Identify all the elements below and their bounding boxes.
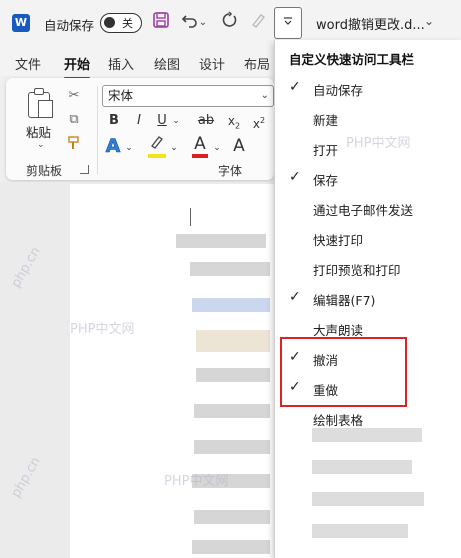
text-effect-chevron-icon[interactable]: ⌄ <box>124 138 134 158</box>
autosave-label: 自动保存 <box>44 18 95 33</box>
underline-chevron-icon[interactable]: ⌄ <box>170 111 182 131</box>
menu-item-email[interactable]: 通过电子邮件发送 <box>275 193 461 223</box>
check-icon: ✓ <box>289 169 301 185</box>
ribbon-panel: 粘贴 ⌄ ✂ ⧉ 剪贴板 宋体 ⌄ B I U ⌄ ab x2 x2 A ⌄ ⌄… <box>6 78 274 180</box>
menu-item-new[interactable]: 新建 <box>275 103 461 133</box>
chevron-down-icon: ⌄ <box>260 90 269 101</box>
superscript-button[interactable]: x2 <box>252 111 266 131</box>
menu-item-editor[interactable]: ✓ 编辑器(F7) <box>275 283 461 313</box>
menu-item-label: 通过电子邮件发送 <box>313 203 414 218</box>
group-divider <box>97 86 98 174</box>
blurred-menu-item <box>312 460 412 474</box>
menu-item-label: 保存 <box>313 173 339 188</box>
blurred-text <box>192 540 270 554</box>
menu-item-label: 快速打印 <box>313 233 364 248</box>
menu-item-save[interactable]: ✓ 保存 <box>275 163 461 193</box>
paste-chevron-icon[interactable]: ⌄ <box>37 140 45 150</box>
format-painter-icon[interactable] <box>247 11 269 35</box>
clipboard-group-label: 剪贴板 <box>26 164 63 178</box>
underline-button[interactable]: U <box>155 111 169 131</box>
font-color-button[interactable]: A <box>190 134 210 160</box>
menu-item-quick-print[interactable]: 快速打印 <box>275 223 461 253</box>
watermark: PHP中文网 <box>346 136 411 151</box>
menu-item-label: 新建 <box>313 113 339 128</box>
toggle-knob <box>104 17 115 28</box>
menu-item-label: 自动保存 <box>313 83 364 98</box>
menu-item-label: 绘制表格 <box>313 413 364 428</box>
italic-button[interactable]: I <box>132 111 146 131</box>
redo-icon[interactable] <box>218 11 240 35</box>
tab-home[interactable]: 开始 <box>64 54 91 79</box>
menu-title: 自定义快速访问工具栏 <box>289 52 415 67</box>
blurred-menu-item <box>312 524 408 538</box>
blurred-text <box>176 234 266 248</box>
highlight-box <box>280 337 407 407</box>
text-cursor <box>190 208 191 226</box>
watermark: PHP中文网 <box>70 322 135 337</box>
subscript-button[interactable]: x2 <box>227 111 241 131</box>
menu-item-print-preview[interactable]: 打印预览和打印 <box>275 253 461 283</box>
text-effect-button[interactable]: A <box>102 136 124 157</box>
menu-item-autosave[interactable]: ✓ 自动保存 <box>275 73 461 103</box>
highlight-button[interactable] <box>146 134 168 160</box>
subscript-label: x <box>227 114 235 128</box>
highlight-chevron-icon[interactable]: ⌄ <box>169 138 179 158</box>
format-painter-brush-icon[interactable] <box>66 136 82 152</box>
blurred-menu-item <box>312 492 424 506</box>
menu-item-label: 打开 <box>313 143 339 158</box>
save-icon[interactable] <box>150 11 172 35</box>
customize-toolbar-button[interactable] <box>274 7 302 39</box>
blurred-text <box>194 440 270 454</box>
autosave-toggle[interactable]: 关 <box>100 13 142 33</box>
tab-draw[interactable]: 绘图 <box>154 54 180 73</box>
highlighter-icon <box>151 136 163 149</box>
blurred-text <box>190 262 270 276</box>
menu-item-label: 编辑器(F7) <box>313 293 376 308</box>
check-icon: ✓ <box>289 289 301 305</box>
menu-item-label: 打印预览和打印 <box>313 263 401 278</box>
font-color-bar <box>192 154 208 158</box>
autosave-state: 关 <box>122 17 133 30</box>
font-color-chevron-icon[interactable]: ⌄ <box>212 138 222 158</box>
font-name-select[interactable]: 宋体 ⌄ <box>102 85 274 107</box>
tab-insert[interactable]: 插入 <box>108 54 134 73</box>
font-group-label: 字体 <box>218 164 243 178</box>
watermark: PHP中文网 <box>164 474 229 489</box>
blurred-menu-item <box>312 428 422 442</box>
blurred-text <box>192 298 270 312</box>
check-icon: ✓ <box>289 79 301 95</box>
customize-toolbar-icon <box>284 17 292 25</box>
clipboard-launcher-icon[interactable] <box>80 165 89 174</box>
word-logo-icon: W <box>12 14 30 32</box>
font-color-label: A <box>194 134 206 154</box>
blurred-text <box>194 404 270 418</box>
tab-layout[interactable]: 布局 <box>244 54 270 73</box>
blurred-text <box>196 368 270 382</box>
tab-design[interactable]: 设计 <box>199 54 225 73</box>
document-title[interactable]: word撤销更改.d... <box>316 14 425 33</box>
chevron-down-icon[interactable]: ⌄ <box>424 14 434 28</box>
font-size-button[interactable]: A <box>230 136 248 156</box>
customize-toolbar-menu: 自定义快速访问工具栏 ✓ 自动保存 新建 打开 ✓ 保存 通过电子邮件发送 快速… <box>274 40 461 558</box>
blurred-text <box>194 510 270 524</box>
paste-icon[interactable] <box>28 88 56 118</box>
strikethrough-button[interactable]: ab <box>196 111 216 131</box>
superscript-label: x <box>252 117 260 131</box>
tab-file[interactable]: 文件 <box>15 54 41 73</box>
blurred-image <box>196 330 270 352</box>
paste-button[interactable]: 粘贴 <box>26 122 51 141</box>
font-name-value: 宋体 <box>108 88 134 103</box>
undo-dropdown-chevron-icon[interactable]: ⌄ <box>197 11 209 35</box>
bold-button[interactable]: B <box>106 111 122 131</box>
cut-icon[interactable]: ✂ <box>66 88 82 104</box>
highlight-color-bar <box>148 154 166 158</box>
copy-icon[interactable]: ⧉ <box>66 112 82 128</box>
